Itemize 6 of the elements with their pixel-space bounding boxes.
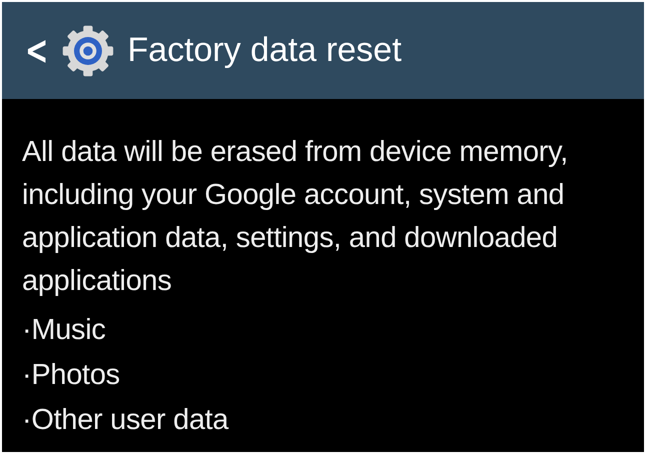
data-list-item: ·Photos: [22, 358, 121, 393]
warning-message: All data will be erased from device memory, including your Google account, system and application data, settings, and downloaded applications: [22, 135, 569, 299]
data-list-item: ·Music: [22, 313, 107, 348]
back-button[interactable]: <: [22, 28, 52, 74]
data-list-item: ·Other user data: [22, 403, 230, 438]
screen-title: Factory data reset: [128, 31, 402, 70]
